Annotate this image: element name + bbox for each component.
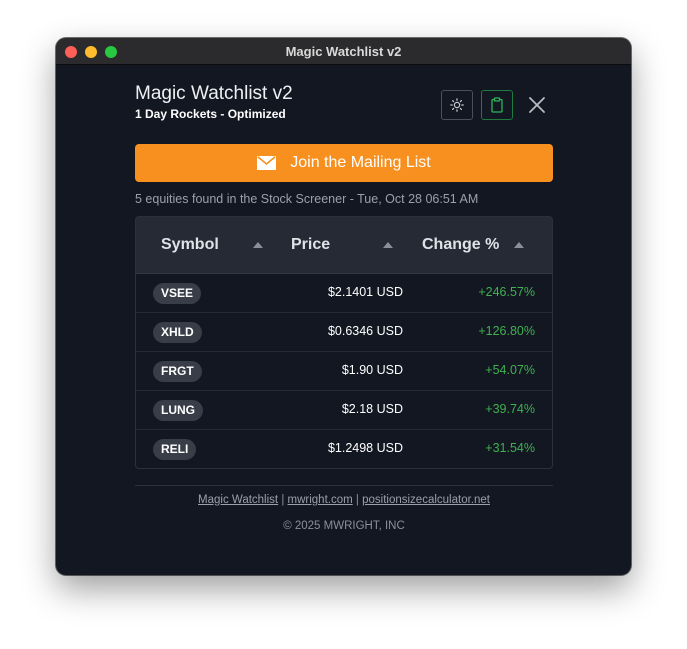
footer-separator: |	[281, 494, 285, 506]
price-cell: $1.2498 USD	[327, 441, 403, 455]
main-content: Magic Watchlist v2 1 Day Rockets - Optim…	[135, 83, 553, 532]
table-row[interactable]: VSEE $2.1401 USD +246.57%	[136, 274, 552, 313]
close-icon	[529, 97, 545, 113]
sort-asc-icon[interactable]	[253, 242, 263, 248]
footer-divider	[135, 485, 553, 486]
title-bar: Magic Watchlist v2	[56, 38, 631, 65]
footer-link-mwright[interactable]: mwright.com	[288, 494, 353, 506]
symbol-badge[interactable]: FRGT	[153, 361, 202, 382]
symbol-badge[interactable]: VSEE	[153, 283, 202, 304]
change-cell: +246.57%	[478, 285, 535, 299]
copy-clipboard-button[interactable]	[481, 90, 513, 120]
table-row[interactable]: LUNG $2.18 USD +39.74%	[136, 391, 552, 430]
sort-asc-icon[interactable]	[383, 242, 393, 248]
mailing-list-label: Join the Mailing List	[290, 154, 431, 171]
change-cell: +39.74%	[485, 402, 535, 416]
copyright-text: © 2025 MWRIGHT, INC	[283, 520, 405, 532]
change-cell: +126.80%	[478, 324, 535, 338]
envelope-icon	[257, 156, 277, 170]
join-mailing-list-button[interactable]: Join the Mailing List	[135, 144, 553, 182]
price-cell: $0.6346 USD	[327, 324, 403, 338]
column-header-symbol[interactable]: Symbol	[161, 236, 219, 254]
table-header: Symbol Price Change %	[136, 217, 552, 274]
change-cell: +54.07%	[485, 363, 535, 377]
symbol-badge[interactable]: RELI	[153, 439, 197, 460]
footer-link-magic-watchlist[interactable]: Magic Watchlist	[198, 494, 278, 506]
app-window: Magic Watchlist v2 Magic Watchlist v2 1 …	[56, 38, 631, 575]
table-row[interactable]: FRGT $1.90 USD +54.07%	[136, 352, 552, 391]
price-cell: $2.18 USD	[341, 402, 403, 416]
footer-link-positionsizecalculator[interactable]: positionsizecalculator.net	[362, 494, 490, 506]
change-cell: +31.54%	[485, 441, 535, 455]
watchlist-table: Symbol Price Change % VSEE $2.1401 USD +…	[135, 216, 553, 469]
price-cell: $2.1401 USD	[327, 285, 403, 299]
screener-status: 5 equities found in the Stock Screener -…	[135, 192, 479, 206]
theme-toggle-button[interactable]	[441, 90, 473, 120]
sun-icon	[450, 98, 464, 112]
table-row[interactable]: RELI $1.2498 USD +31.54%	[136, 430, 552, 468]
column-header-price[interactable]: Price	[291, 236, 330, 254]
close-button[interactable]	[525, 93, 549, 117]
window-title: Magic Watchlist v2	[285, 44, 402, 59]
symbol-badge[interactable]: LUNG	[153, 400, 203, 421]
sort-asc-icon[interactable]	[514, 242, 524, 248]
price-cell: $1.90 USD	[341, 363, 403, 377]
table-row[interactable]: XHLD $0.6346 USD +126.80%	[136, 313, 552, 352]
footer-links: Magic Watchlist | mwright.com | position…	[135, 494, 553, 506]
symbol-badge[interactable]: XHLD	[153, 322, 202, 343]
footer-separator: |	[355, 494, 359, 506]
clipboard-icon	[491, 97, 503, 113]
column-header-change[interactable]: Change %	[422, 236, 499, 254]
